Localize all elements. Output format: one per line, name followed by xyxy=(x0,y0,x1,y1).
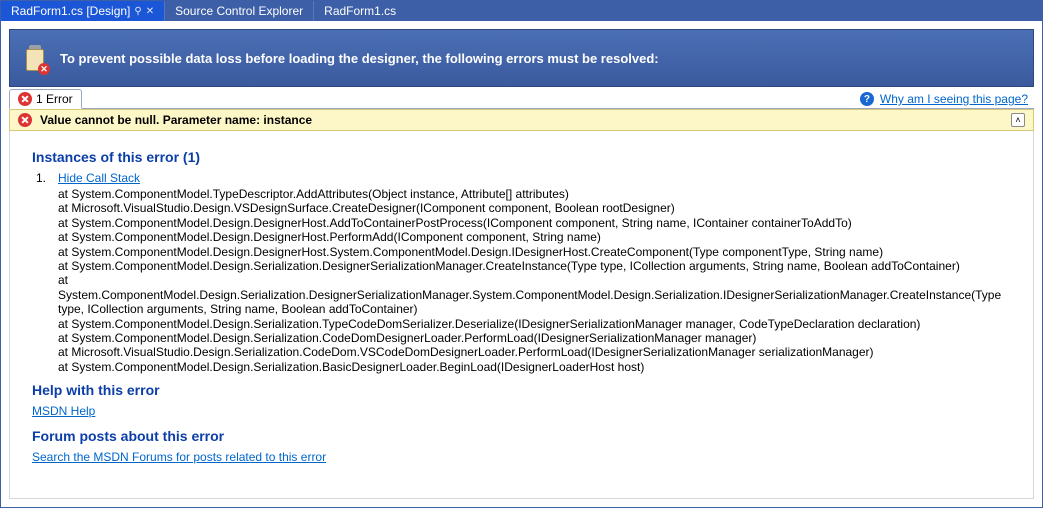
tab-radform-design[interactable]: RadForm1.cs [Design] ⚲ ✕ xyxy=(1,1,164,21)
pin-icon[interactable]: ⚲ xyxy=(134,6,141,17)
errors-tab[interactable]: 1 Error xyxy=(9,89,82,109)
clipboard-error-icon: ✕ xyxy=(24,45,46,71)
error-icon xyxy=(18,113,32,127)
banner-message: To prevent possible data loss before loa… xyxy=(60,51,659,66)
error-header-bar: Value cannot be null. Parameter name: in… xyxy=(9,109,1034,131)
error-message: Value cannot be null. Parameter name: in… xyxy=(40,113,312,127)
close-icon[interactable]: ✕ xyxy=(146,6,154,17)
help-icon: ? xyxy=(860,92,874,106)
search-forums-link[interactable]: Search the MSDN Forums for posts related… xyxy=(32,450,326,464)
tab-source-control-explorer[interactable]: Source Control Explorer xyxy=(165,1,313,21)
why-seeing-help: ? Why am I seeing this page? xyxy=(860,92,1034,108)
chevron-up-icon: ˄ xyxy=(1015,115,1020,125)
instances-heading: Instances of this error (1) xyxy=(32,149,1011,165)
error-icon xyxy=(18,92,32,106)
help-heading: Help with this error xyxy=(32,382,1011,398)
tab-label: Source Control Explorer xyxy=(175,4,303,18)
why-seeing-link[interactable]: Why am I seeing this page? xyxy=(880,92,1028,106)
list-number: 1. xyxy=(32,171,46,185)
designer-error-banner: ✕ To prevent possible data loss before l… xyxy=(9,29,1034,87)
call-stack: at System.ComponentModel.TypeDescriptor.… xyxy=(58,187,1011,374)
error-tabs-row: 1 Error ? Why am I seeing this page? xyxy=(9,87,1034,109)
error-details: Instances of this error (1) 1. Hide Call… xyxy=(9,131,1034,499)
msdn-help-link[interactable]: MSDN Help xyxy=(32,404,95,418)
hide-call-stack-link[interactable]: Hide Call Stack xyxy=(58,171,140,185)
tab-label: RadForm1.cs [Design] xyxy=(11,4,130,18)
tab-label: RadForm1.cs xyxy=(324,4,396,18)
document-tabs: RadForm1.cs [Design] ⚲ ✕ Source Control … xyxy=(1,1,1042,21)
collapse-button[interactable]: ˄ xyxy=(1011,113,1025,127)
forum-heading: Forum posts about this error xyxy=(32,428,1011,444)
tab-radform-cs[interactable]: RadForm1.cs xyxy=(314,1,406,21)
errors-tab-label: 1 Error xyxy=(36,92,73,106)
